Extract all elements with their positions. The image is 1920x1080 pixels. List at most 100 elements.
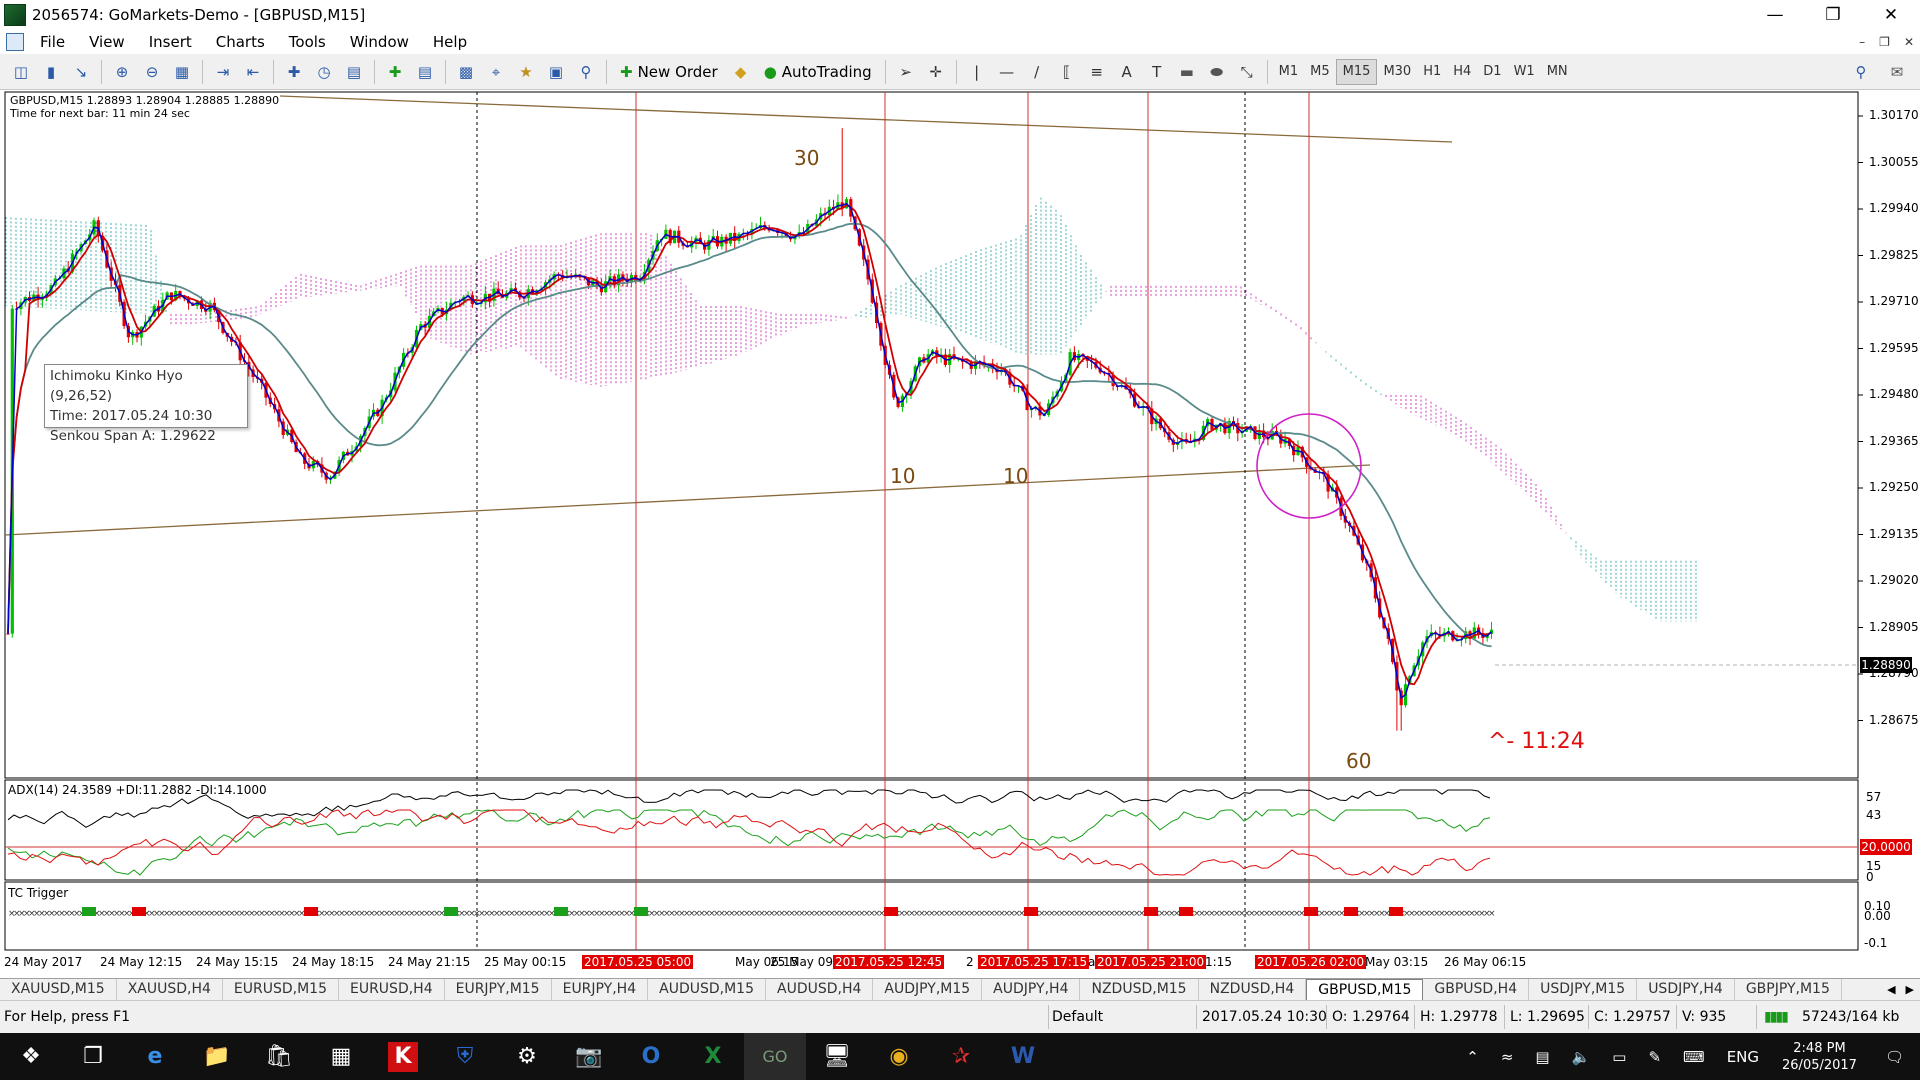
symbol-tab[interactable]: GBPUSD,H4 <box>1423 979 1530 1000</box>
chart-app-icon[interactable]: ✰ <box>930 1033 992 1080</box>
minimize-button[interactable]: — <box>1746 0 1804 30</box>
menu-window[interactable]: Window <box>338 33 421 51</box>
camera-icon[interactable]: 📷 <box>558 1033 620 1080</box>
chart-window-icon[interactable] <box>6 33 24 51</box>
text-label-icon[interactable]: T <box>1142 58 1172 86</box>
menu-charts[interactable]: Charts <box>204 33 277 51</box>
symbol-tab[interactable]: EURJPY,H4 <box>552 979 649 1000</box>
symbol-tab[interactable]: AUDJPY,H4 <box>982 979 1081 1000</box>
periods-icon[interactable]: ◷ <box>309 58 339 86</box>
data-window-icon[interactable]: ⌖ <box>481 58 511 86</box>
tools-icon[interactable]: ⚙ <box>496 1033 558 1080</box>
auto-scroll-icon[interactable]: ⇥ <box>208 58 238 86</box>
rectangle-icon[interactable]: ▬ <box>1172 58 1202 86</box>
touch-keyboard-icon[interactable]: ⌨ <box>1672 1048 1716 1066</box>
menu-file[interactable]: File <box>28 33 77 51</box>
chat-icon[interactable]: ✉ <box>1882 58 1912 86</box>
word-icon[interactable]: W <box>992 1033 1054 1080</box>
symbol-tab[interactable]: AUDUSD,M15 <box>648 979 766 1000</box>
metatrader-icon[interactable]: GO <box>744 1033 806 1080</box>
file-explorer-icon[interactable]: 📁 <box>186 1033 248 1080</box>
templates-icon[interactable]: ▤ <box>339 58 369 86</box>
symbol-tab[interactable]: NZDUSD,H4 <box>1199 979 1307 1000</box>
symbol-tab[interactable]: GBPUSD,M15 <box>1306 979 1424 1000</box>
new-chart-icon[interactable]: ✚ <box>380 58 410 86</box>
symbol-tab[interactable]: NZDUSD,M15 <box>1080 979 1199 1000</box>
search-icon[interactable]: ⚲ <box>1846 58 1876 86</box>
clock[interactable]: 2:48 PM 26/05/2017 <box>1770 1040 1869 1074</box>
indicators-icon[interactable]: ✚ <box>279 58 309 86</box>
cursor-icon[interactable]: ➢ <box>891 58 921 86</box>
chart-shift-icon[interactable]: ⇤ <box>238 58 268 86</box>
tf-m15[interactable]: M15 <box>1335 58 1378 85</box>
navigator-icon[interactable]: ★ <box>511 58 541 86</box>
ellipse-icon[interactable]: ⬬ <box>1202 58 1232 86</box>
terminal-icon[interactable]: ▣ <box>541 58 571 86</box>
tf-h4[interactable]: H4 <box>1447 59 1477 85</box>
menu-insert[interactable]: Insert <box>137 33 204 51</box>
language-indicator[interactable]: ENG <box>1716 1048 1770 1066</box>
mdi-restore-button[interactable]: ❐ <box>1879 35 1890 49</box>
bar-chart-icon[interactable]: ◫ <box>6 58 36 86</box>
menu-help[interactable]: Help <box>421 33 479 51</box>
close-button[interactable]: ✕ <box>1862 0 1920 30</box>
candlestick-icon[interactable]: ▮ <box>36 58 66 86</box>
wifi-icon[interactable]: ≈ <box>1490 1048 1525 1066</box>
crosshair-icon[interactable]: ✛ <box>921 58 951 86</box>
mdi-minimize-button[interactable]: – <box>1859 35 1865 49</box>
tile-windows-icon[interactable]: ▦ <box>167 58 197 86</box>
tf-w1[interactable]: W1 <box>1508 59 1541 85</box>
symbol-tab[interactable]: EURJPY,M15 <box>445 979 552 1000</box>
tf-h1[interactable]: H1 <box>1417 59 1447 85</box>
chart-window[interactable]: × × × × × × × × × × × × × × × × × × × × × × × × × × × × × × × × × × × × × × × ×… <box>0 90 1920 980</box>
vertical-line-icon[interactable]: | <box>962 58 992 86</box>
tf-m1[interactable]: M1 <box>1273 59 1305 85</box>
channel-icon[interactable]: ⟦ <box>1052 58 1082 86</box>
pen-icon[interactable]: ✎ <box>1637 1048 1672 1066</box>
restore-button[interactable]: ❐ <box>1804 0 1862 30</box>
new-order-button[interactable]: ✚ New Order <box>612 58 726 86</box>
symbol-tab[interactable]: XAUUSD,M15 <box>0 979 117 1000</box>
fibonacci-icon[interactable]: ≡ <box>1082 58 1112 86</box>
symbol-tab[interactable]: AUDJPY,M15 <box>873 979 983 1000</box>
notifications-icon[interactable]: 🗨 <box>1869 1048 1920 1066</box>
symbol-tab[interactable]: USDJPY,H4 <box>1637 979 1735 1000</box>
tf-mn[interactable]: MN <box>1541 59 1574 85</box>
edge-icon[interactable]: e <box>124 1033 186 1080</box>
battery-icon[interactable]: ▭ <box>1601 1048 1637 1066</box>
excel-icon[interactable]: X <box>682 1033 744 1080</box>
line-chart-icon[interactable]: ↘ <box>66 58 96 86</box>
symbol-tab[interactable]: AUDUSD,H4 <box>766 979 874 1000</box>
tab-scroll-left-icon[interactable]: ◀ <box>1887 983 1895 996</box>
keyboard-status-icon[interactable]: ▤ <box>1524 1048 1560 1066</box>
metaeditor-icon[interactable]: ◆ <box>726 58 756 86</box>
store-icon[interactable]: 🛍 <box>248 1033 310 1080</box>
menu-tools[interactable]: Tools <box>277 33 338 51</box>
outlook-icon[interactable]: O <box>620 1033 682 1080</box>
tf-d1[interactable]: D1 <box>1477 59 1507 85</box>
market-watch-icon[interactable]: ▩ <box>451 58 481 86</box>
mdi-close-button[interactable]: ✕ <box>1904 35 1914 49</box>
zoom-in-icon[interactable]: ⊕ <box>107 58 137 86</box>
horizontal-line-icon[interactable]: — <box>992 58 1022 86</box>
profiles-icon[interactable]: ▤ <box>410 58 440 86</box>
autotrading-button[interactable]: ● AutoTrading <box>756 58 880 86</box>
symbol-tab[interactable]: USDJPY,M15 <box>1529 979 1638 1000</box>
zoom-out-icon[interactable]: ⊖ <box>137 58 167 86</box>
k-app-icon[interactable]: K <box>388 1041 418 1072</box>
strategy-tester-icon[interactable]: ⚲ <box>571 58 601 86</box>
arrows-icon[interactable]: ⤡ <box>1232 58 1262 86</box>
tf-m5[interactable]: M5 <box>1304 59 1336 85</box>
symbol-tab[interactable]: EURUSD,M15 <box>223 979 339 1000</box>
calculator-icon[interactable]: ▦ <box>310 1033 372 1080</box>
symbol-tab[interactable]: GBPJPY,M15 <box>1735 979 1842 1000</box>
task-view-icon[interactable]: ❐ <box>62 1033 124 1080</box>
network-app-icon[interactable]: 🖥 <box>806 1033 868 1080</box>
chart-canvas[interactable]: ××××××××××××××× ×××××××× ×××××××××××××××××… <box>0 90 1920 980</box>
tab-scroll-right-icon[interactable]: ▶ <box>1906 983 1914 996</box>
chrome-icon[interactable]: ◉ <box>868 1033 930 1080</box>
text-icon[interactable]: A <box>1112 58 1142 86</box>
menu-view[interactable]: View <box>77 33 137 51</box>
symbol-tab[interactable]: EURUSD,H4 <box>339 979 445 1000</box>
symbol-tab[interactable]: XAUUSD,H4 <box>117 979 223 1000</box>
